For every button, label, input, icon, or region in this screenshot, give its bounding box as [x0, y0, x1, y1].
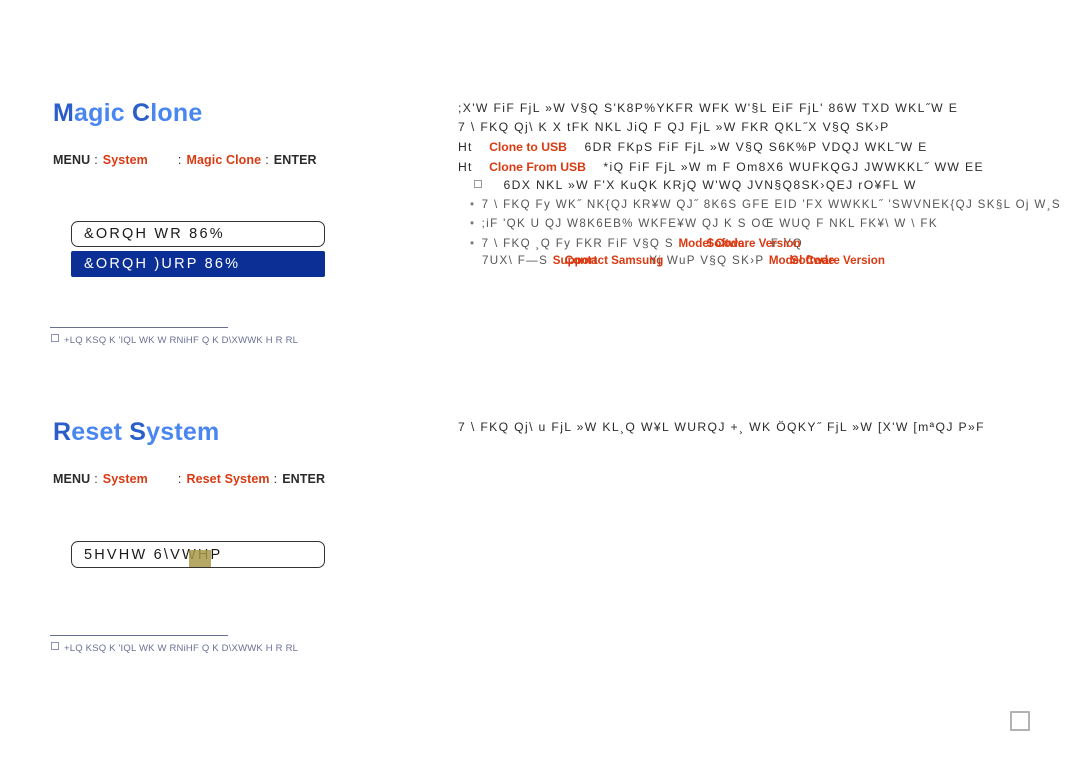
body-line-bullet-2: • ;iF 'QK U QJ W8K6EB% WKFE¥W QJ K S OŒ … [470, 217, 938, 230]
footnote-divider-1 [50, 327, 228, 328]
body-line-1-text: ;X'W FiF FjL »W V§Q S'K8P%YKFR WFK W'§L … [458, 101, 959, 115]
body-line-support-prefix: 7UX\ F—S [482, 254, 553, 267]
menu-path-root-2: MENU [53, 472, 91, 486]
menu-path-sep-2b: : [177, 472, 182, 486]
menu-path-action-2: ENTER [282, 472, 326, 486]
overlap-model-code-software-version: Software Version Model Code Software Ver… [679, 237, 801, 250]
body-line-1: ;X'W FiF FjL »W V§Q S'K8P%YKFR WFK W'§L … [458, 101, 958, 115]
osd-item-clone-from-usb-label: &ORQH )URP 86% [84, 256, 241, 272]
menu-path-sep-2c: : [273, 472, 278, 486]
menu-path-root-1: MENU [53, 153, 91, 167]
square-bullet-icon [474, 180, 482, 188]
osd-item-clone-from-usb[interactable]: &ORQH )URP 86% [71, 251, 325, 277]
label-software-version-2: Software Version [790, 254, 885, 267]
overlap-model-code-software-version-2: Software Version Model Code Software Ver… [769, 254, 885, 267]
osd-menu-magic-clone: &ORQH WR 86% &ORQH )URP 86% [71, 221, 325, 277]
overlap-support-contact-samsung: Contact Samsung Support Contact Samsung [553, 254, 664, 267]
dash-bullet-icon-2: • [470, 217, 475, 230]
menu-path-action-1: ENTER [273, 153, 317, 167]
list-marker-ht-1: Ht [458, 140, 473, 154]
magic-clone-title-cap2: C [132, 99, 151, 127]
body-line-note-1: 6DX NKL »W F'X KuQK KRjQ W'WQ JVN§Q8SK›Q… [474, 178, 917, 192]
menu-path-sep-1a: : [94, 153, 98, 167]
menu-path-level1-2: System [102, 472, 148, 486]
body-line-clone-to-usb-text: 6DR FKpS FiF FjL »W V§Q S6K%P VDQJ WKL˝W… [584, 140, 928, 154]
footnote-magic-clone-text: +LQ KSQ K 'IQL WK W RNiHF Q K D\XWWK H R… [64, 335, 299, 346]
body-line-bullet-1-text: 7 \ FKQ Fy WK˝ NK{QJ KR¥W QJ˝ 8K6S GFE E… [481, 198, 1062, 211]
glyph-highlight-artifact [189, 550, 211, 567]
footnote-divider-2 [50, 635, 228, 636]
body-line-2-text: 7 \ FKQ Qj\ K X tFK NKL JiQ F QJ FjL »W … [458, 120, 890, 134]
body-line-clone-from-usb: Ht Clone From USB *iQ FiF FjL »W m F Om8… [458, 160, 984, 174]
page-title-reset-system: Reset System [53, 420, 219, 445]
body-line-reset-system-text: 7 \ FKQ Qj\ u FjL »W KL¸Q W¥L WURQJ +¸ W… [458, 420, 985, 434]
label-clone-from-usb: Clone From USB [489, 160, 586, 174]
menu-path-sep-1c: : [265, 153, 269, 167]
reset-system-title-cap2: S [129, 418, 147, 446]
magic-clone-title-rest1: agic [74, 99, 133, 127]
footnote-marker-icon-2 [51, 642, 59, 650]
label-software-version-1: Software Version [706, 237, 801, 250]
reset-system-title-rest1: eset [71, 418, 130, 446]
body-line-bullet-3: • 7 \ FKQ ¸Q Fy FKR FiF V§Q S Software V… [470, 237, 803, 250]
footnote-reset-system: +LQ KSQ K 'IQL WK W RNiHF Q K D\XWWK H R… [51, 642, 298, 654]
menu-path-level2-2: Reset System [186, 472, 270, 486]
menu-path-reset-system: MENU: System: Reset System: ENTER [53, 472, 325, 486]
magic-clone-title-cap1: M [53, 99, 75, 127]
body-line-clone-from-usb-text: *iQ FiF FjL »W m F Om8X6 WUFKQGJ JWWKKL˝… [603, 160, 984, 174]
body-line-clone-to-usb: Ht Clone to USB 6DR FKpS FiF FjL »W V§Q … [458, 140, 928, 154]
osd-item-clone-to-usb-label: &ORQH WR 86% [84, 226, 225, 242]
label-clone-to-usb: Clone to USB [489, 140, 567, 154]
page-number-placeholder [1010, 711, 1030, 731]
body-line-support-mid: Yj WuP V§Q SK›P [649, 254, 769, 267]
menu-path-level2-1: Magic Clone [186, 153, 262, 167]
menu-path-sep-2a: : [94, 472, 98, 486]
body-line-note-1-text: 6DX NKL »W F'X KuQK KRjQ W'WQ JVN§Q8SK›Q… [503, 178, 917, 192]
osd-item-clone-to-usb[interactable]: &ORQH WR 86% [71, 221, 325, 247]
list-marker-ht-2: Ht [458, 160, 473, 174]
page-title-magic-clone: Magic Clone [53, 101, 202, 126]
dash-bullet-icon-1: • [470, 198, 475, 211]
reset-system-title-rest2: ystem [146, 418, 220, 446]
menu-path-level1-1: System [102, 153, 148, 167]
manual-page: ;X'W FiF FjL »W V§Q S'K8P%YKFR WFK W'§L … [0, 0, 1080, 763]
magic-clone-title-rest2: lone [150, 99, 203, 127]
body-line-bullet-2-text: ;iF 'QK U QJ W8K6EB% WKFE¥W QJ K S OŒ WU… [481, 217, 938, 230]
footnote-reset-system-text: +LQ KSQ K 'IQL WK W RNiHF Q K D\XWWK H R… [64, 643, 299, 654]
body-line-bullet-1: • 7 \ FKQ Fy WK˝ NK{QJ KR¥W QJ˝ 8K6S GFE… [470, 198, 1061, 211]
body-line-reset-system: 7 \ FKQ Qj\ u FjL »W KL¸Q W¥L WURQJ +¸ W… [458, 420, 985, 434]
body-line-2: 7 \ FKQ Qj\ K X tFK NKL JiQ F QJ FjL »W … [458, 120, 890, 134]
label-contact-samsung: Contact Samsung [564, 254, 664, 267]
footnote-magic-clone: +LQ KSQ K 'IQL WK W RNiHF Q K D\XWWK H R… [51, 334, 298, 346]
menu-path-magic-clone: MENU: System: Magic Clone: ENTER [53, 153, 317, 167]
menu-path-sep-1b: : [177, 153, 182, 167]
body-line-support: 7UX\ F—S Contact Samsung Support Contact… [482, 254, 885, 267]
reset-system-title-cap1: R [53, 418, 72, 446]
dash-bullet-icon-3: • [470, 237, 475, 250]
footnote-marker-icon-1 [51, 334, 59, 342]
body-line-bullet-3-text: 7 \ FKQ ¸Q Fy FKR FiF V§Q S [481, 237, 674, 250]
